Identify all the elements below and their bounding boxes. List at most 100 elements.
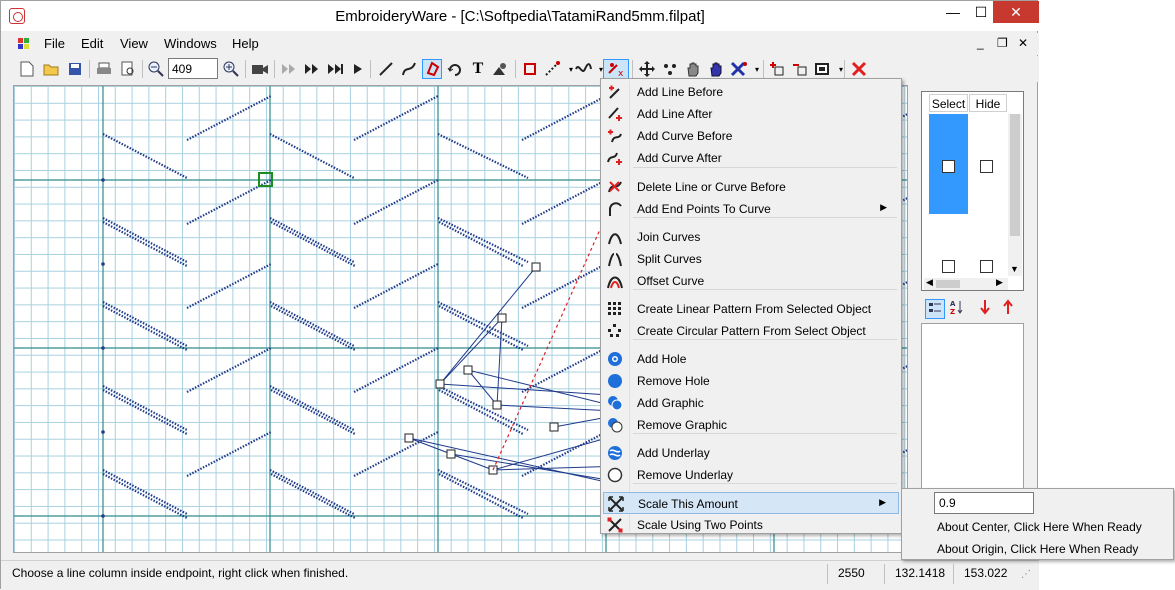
- menu-item-add-hole[interactable]: Add Hole: [603, 348, 899, 370]
- move-icon[interactable]: [637, 59, 657, 79]
- layers-vertical-scrollbar[interactable]: ▼: [1008, 114, 1022, 276]
- zoom-in-icon[interactable]: [221, 59, 241, 79]
- scroll-thumb[interactable]: [936, 280, 960, 288]
- join-curves-icon: [607, 229, 623, 245]
- stitch-row: [186, 347, 272, 393]
- scale-amount-input[interactable]: [934, 492, 1034, 514]
- zoom-out-icon[interactable]: [146, 59, 166, 79]
- menu-item-scale-this-amount[interactable]: Scale This Amount ▶: [603, 492, 899, 514]
- menu-edit[interactable]: Edit: [81, 36, 103, 51]
- shape-tool-icon[interactable]: [422, 59, 442, 79]
- stitch-row: [102, 385, 188, 431]
- delete-dropdown-icon[interactable]: ▾: [747, 59, 767, 79]
- grab-hand-icon[interactable]: [706, 59, 726, 79]
- sort-az-icon[interactable]: AZ: [947, 299, 967, 319]
- layers-horizontal-scrollbar[interactable]: ◀ ▶: [924, 277, 1008, 290]
- line-tool-icon[interactable]: [376, 59, 396, 79]
- scroll-left-icon[interactable]: ◀: [926, 277, 933, 288]
- menu-item-create-linear-pattern-from-selected-object[interactable]: Create Linear Pattern From Selected Obje…: [603, 298, 899, 320]
- play-icon[interactable]: [348, 59, 368, 79]
- rotate-tool-icon[interactable]: [445, 59, 465, 79]
- new-file-icon[interactable]: [17, 59, 37, 79]
- maximize-button[interactable]: ☐: [967, 1, 995, 23]
- pan-hand-icon[interactable]: [683, 59, 703, 79]
- cancel-icon[interactable]: [849, 59, 869, 79]
- mdi-restore-button[interactable]: ❐: [997, 36, 1008, 50]
- document-icon[interactable]: [17, 37, 31, 51]
- camera-icon[interactable]: [250, 59, 270, 79]
- stitch-row: [269, 469, 355, 515]
- circular-pattern-icon: [607, 323, 623, 339]
- y-coordinate: 153.022: [953, 564, 1013, 584]
- menu-item-join-curves[interactable]: Join Curves: [603, 226, 899, 248]
- add-line-after-icon: [607, 106, 623, 122]
- image-tool-icon[interactable]: [491, 59, 511, 79]
- minimize-button[interactable]: —: [939, 1, 967, 23]
- stitch-row: [270, 221, 356, 267]
- scale-about-center-item[interactable]: About Center, Click Here When Ready: [937, 520, 1142, 534]
- select-column-header[interactable]: Select: [929, 94, 968, 112]
- open-folder-icon[interactable]: [41, 59, 61, 79]
- scale-about-origin-item[interactable]: About Origin, Click Here When Ready: [937, 542, 1138, 556]
- scroll-thumb[interactable]: [1010, 114, 1020, 236]
- rectangle-tool-icon[interactable]: [520, 59, 540, 79]
- close-button[interactable]: ✕: [993, 1, 1039, 23]
- layer-hide-checkbox[interactable]: [980, 160, 993, 173]
- menu-item-label: Scale This Amount: [638, 497, 738, 511]
- menu-windows[interactable]: Windows: [164, 36, 217, 51]
- menu-item-label: Add Curve After: [637, 151, 722, 165]
- save-icon[interactable]: [65, 59, 85, 79]
- zoom-level-input[interactable]: [168, 58, 218, 79]
- remove-object-icon[interactable]: [790, 59, 810, 79]
- resize-grip-icon[interactable]: ⋰: [1021, 569, 1033, 581]
- stitch-row: [270, 305, 356, 351]
- print-preview-icon[interactable]: [118, 59, 138, 79]
- add-object-icon[interactable]: [767, 59, 787, 79]
- text-tool-icon[interactable]: T: [468, 59, 488, 79]
- print-icon[interactable]: [94, 59, 114, 79]
- categorized-icon[interactable]: [925, 299, 945, 319]
- select-points-icon[interactable]: [660, 59, 680, 79]
- menu-item-add-line-before[interactable]: Add Line Before: [603, 81, 899, 103]
- menu-file[interactable]: File: [44, 36, 65, 51]
- menu-item-label: Add Hole: [637, 352, 687, 366]
- frame-dropdown-icon[interactable]: ▾: [831, 59, 851, 79]
- stitch-point-icon[interactable]: [543, 59, 563, 79]
- scroll-down-icon[interactable]: ▼: [1010, 264, 1019, 274]
- menu-view[interactable]: View: [120, 36, 148, 51]
- play-slow-icon[interactable]: [279, 59, 299, 79]
- delete-node-icon[interactable]: [729, 59, 749, 79]
- hide-column-header[interactable]: Hide: [969, 94, 1007, 112]
- curve-tool-icon[interactable]: [399, 59, 419, 79]
- move-down-icon[interactable]: [975, 299, 995, 319]
- right-panel: Select Hide ▼ ◀ ▶ AZ: [921, 85, 1024, 553]
- mdi-minimize-button[interactable]: _: [977, 36, 984, 50]
- menu-item-add-underlay[interactable]: Add Underlay: [603, 442, 899, 464]
- step-forward-icon[interactable]: [325, 59, 345, 79]
- menu-item-add-graphic[interactable]: Add Graphic: [603, 392, 899, 414]
- stitch-row: [353, 431, 439, 477]
- move-up-icon[interactable]: [998, 299, 1018, 319]
- menu-item-add-curve-before[interactable]: Add Curve Before: [603, 125, 899, 147]
- menu-item-add-curve-after[interactable]: Add Curve After: [603, 147, 899, 169]
- menu-item-scale-using-two-points[interactable]: Scale Using Two Points: [603, 514, 899, 536]
- menu-item-delete-line-or-curve-before[interactable]: Delete Line or Curve Before: [603, 176, 899, 198]
- mdi-close-button[interactable]: ✕: [1018, 36, 1028, 50]
- menu-item-remove-hole[interactable]: Remove Hole: [603, 370, 899, 392]
- fast-forward-icon[interactable]: [302, 59, 322, 79]
- layer-hide-checkbox[interactable]: [980, 260, 993, 273]
- layer-select-checkbox[interactable]: [942, 260, 955, 273]
- control-point: [435, 379, 445, 389]
- add-curve-before-icon: [607, 128, 623, 144]
- edit-points-icon[interactable]: x: [603, 59, 629, 79]
- scroll-right-icon[interactable]: ▶: [996, 277, 1003, 288]
- stitch-row: [186, 431, 272, 477]
- frame-tool-icon[interactable]: [813, 59, 833, 79]
- menu-help[interactable]: Help: [232, 36, 259, 51]
- menu-item-add-line-after[interactable]: Add Line After: [603, 103, 899, 125]
- layer-select-checkbox[interactable]: [942, 160, 955, 173]
- path-tool-icon[interactable]: [573, 59, 593, 79]
- add-line-before-icon: [607, 84, 623, 100]
- menu-item-split-curves[interactable]: Split Curves: [603, 248, 899, 270]
- menu-item-label: Add End Points To Curve: [637, 202, 771, 216]
